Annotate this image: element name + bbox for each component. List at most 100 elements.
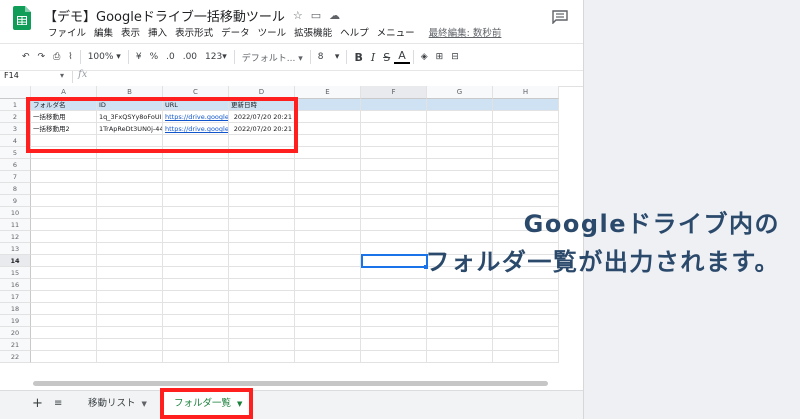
tab-move-list[interactable]: 移動リスト ▼ <box>78 391 157 419</box>
grid-cell[interactable] <box>31 291 97 303</box>
grid-cell[interactable] <box>427 159 493 171</box>
horizontal-scrollbar[interactable] <box>33 381 548 386</box>
row-header-13[interactable]: 13 <box>0 243 31 255</box>
menu-edit[interactable]: 編集 <box>90 25 117 39</box>
paint-format-icon[interactable]: ⌇ <box>64 52 76 62</box>
menu-data[interactable]: データ <box>217 25 254 39</box>
grid-cell[interactable] <box>361 351 427 363</box>
grid-cell[interactable] <box>229 351 295 363</box>
grid-cell[interactable] <box>31 207 97 219</box>
grid-cell[interactable] <box>427 315 493 327</box>
grid-cell[interactable] <box>493 351 559 363</box>
grid-cell[interactable] <box>97 219 163 231</box>
grid-cell[interactable] <box>427 303 493 315</box>
column-header-g[interactable]: G <box>427 86 493 99</box>
grid-cell[interactable] <box>493 159 559 171</box>
redo-icon[interactable]: ↷ <box>34 52 50 62</box>
grid-cell[interactable] <box>163 195 229 207</box>
grid-cell[interactable] <box>295 351 361 363</box>
grid-cell[interactable] <box>163 207 229 219</box>
grid-cell[interactable] <box>361 291 427 303</box>
document-title[interactable]: 【デモ】Googleドライブ一括移動ツール <box>44 6 285 25</box>
grid-cell[interactable] <box>427 135 493 147</box>
grid-cell[interactable] <box>163 255 229 267</box>
menu-custom[interactable]: メニュー <box>373 25 419 39</box>
tab-dropdown-icon[interactable]: ▼ <box>142 400 147 408</box>
grid-cell[interactable] <box>361 303 427 315</box>
all-sheets-button[interactable]: ≡ <box>54 398 62 409</box>
grid-cell[interactable] <box>493 303 559 315</box>
grid-cell[interactable] <box>493 291 559 303</box>
sheets-logo-icon[interactable] <box>13 6 31 30</box>
grid-cell[interactable] <box>31 339 97 351</box>
last-edit-link[interactable]: 最終編集: 数秒前 <box>429 25 502 39</box>
strikethrough-button[interactable]: S <box>379 51 394 64</box>
grid-cell[interactable] <box>31 315 97 327</box>
grid-cell[interactable] <box>31 219 97 231</box>
grid-cell[interactable] <box>427 99 493 111</box>
grid-cell[interactable] <box>493 171 559 183</box>
grid-cell[interactable] <box>229 339 295 351</box>
menu-tools[interactable]: ツール <box>254 25 291 39</box>
grid-cell[interactable] <box>163 219 229 231</box>
grid-cell[interactable] <box>295 339 361 351</box>
grid-cell[interactable] <box>493 123 559 135</box>
italic-button[interactable]: I <box>367 51 379 64</box>
grid-cell[interactable] <box>163 231 229 243</box>
grid-cell[interactable] <box>163 183 229 195</box>
grid-cell[interactable] <box>97 291 163 303</box>
grid-cell[interactable] <box>229 303 295 315</box>
menu-view[interactable]: 表示 <box>117 25 144 39</box>
grid-cell[interactable] <box>295 159 361 171</box>
grid-cell[interactable] <box>31 255 97 267</box>
grid-cell[interactable] <box>163 243 229 255</box>
grid-cell[interactable] <box>163 159 229 171</box>
more-formats-button[interactable]: 123▾ <box>201 52 231 62</box>
menu-help[interactable]: ヘルプ <box>336 25 373 39</box>
decrease-decimal-button[interactable]: .0 <box>162 52 179 62</box>
grid-cell[interactable] <box>361 99 427 111</box>
grid-cell[interactable] <box>229 315 295 327</box>
grid-cell[interactable] <box>97 171 163 183</box>
row-header-11[interactable]: 11 <box>0 219 31 231</box>
row-header-22[interactable]: 22 <box>0 351 31 363</box>
grid-cell[interactable] <box>31 231 97 243</box>
grid-cell[interactable] <box>97 303 163 315</box>
grid-cell[interactable] <box>97 327 163 339</box>
menu-extensions[interactable]: 拡張機能 <box>290 25 336 39</box>
percent-format-button[interactable]: % <box>146 52 163 62</box>
grid-cell[interactable] <box>361 135 427 147</box>
grid-cell[interactable] <box>31 279 97 291</box>
grid-cell[interactable] <box>229 207 295 219</box>
star-icon[interactable]: ☆ <box>293 9 303 22</box>
undo-icon[interactable]: ↶ <box>18 52 34 62</box>
row-header-15[interactable]: 15 <box>0 267 31 279</box>
grid-cell[interactable] <box>97 231 163 243</box>
grid-cell[interactable] <box>427 351 493 363</box>
grid-cell[interactable] <box>361 171 427 183</box>
grid-cell[interactable] <box>361 315 427 327</box>
grid-cell[interactable] <box>295 327 361 339</box>
grid-cell[interactable] <box>163 351 229 363</box>
grid-cell[interactable] <box>427 111 493 123</box>
row-header-17[interactable]: 17 <box>0 291 31 303</box>
name-box[interactable]: F14 ▾ <box>4 71 66 83</box>
grid-cell[interactable] <box>361 327 427 339</box>
row-header-19[interactable]: 19 <box>0 315 31 327</box>
grid-cell[interactable] <box>427 123 493 135</box>
grid-cell[interactable] <box>493 135 559 147</box>
grid-cell[interactable] <box>31 171 97 183</box>
row-header-18[interactable]: 18 <box>0 303 31 315</box>
grid-cell[interactable] <box>229 183 295 195</box>
grid-cell[interactable] <box>163 327 229 339</box>
column-header-f[interactable]: F <box>361 86 427 99</box>
print-icon[interactable]: ⎙ <box>49 52 64 62</box>
grid-cell[interactable] <box>229 171 295 183</box>
currency-format-button[interactable]: ¥ <box>132 52 146 62</box>
grid-cell[interactable] <box>163 339 229 351</box>
grid-cell[interactable] <box>493 183 559 195</box>
grid-cell[interactable] <box>361 147 427 159</box>
row-header-10[interactable]: 10 <box>0 207 31 219</box>
grid-cell[interactable] <box>31 303 97 315</box>
grid-cell[interactable] <box>31 327 97 339</box>
